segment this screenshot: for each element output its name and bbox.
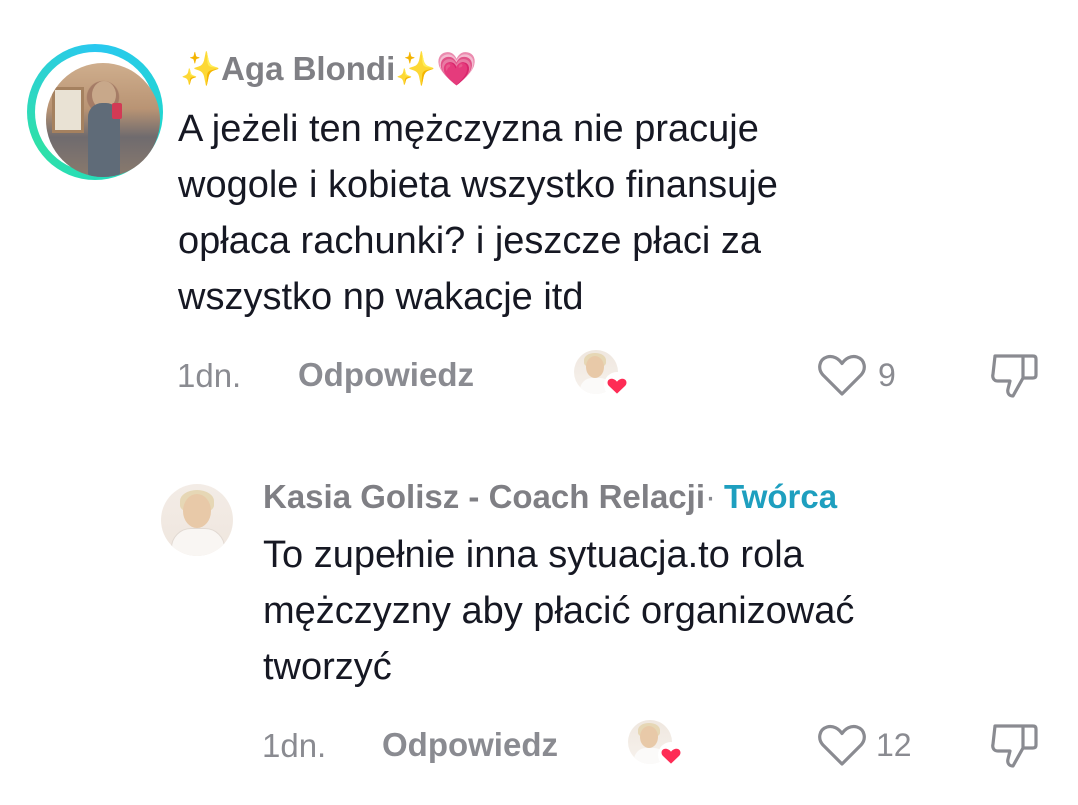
- creator-badge: Twórca: [724, 478, 838, 515]
- creator-liked-heart-icon: [658, 742, 684, 768]
- like-count: 12: [876, 727, 912, 763]
- reply-button[interactable]: Odpowiedz: [298, 356, 474, 394]
- like-count: 9: [878, 357, 896, 393]
- window-shape: [52, 87, 84, 133]
- creator-liked-heart-icon: [604, 372, 630, 398]
- sparkle-emoji: ✨: [180, 50, 222, 87]
- heart-outline-icon[interactable]: [816, 722, 868, 768]
- thumbs-down-icon[interactable]: [989, 720, 1041, 770]
- story-ring[interactable]: [27, 44, 163, 180]
- comment-username[interactable]: Kasia Golisz - Coach Relacji· Twórca: [263, 478, 837, 516]
- phone-shape: [112, 103, 122, 119]
- comment-time: 1dn.: [262, 727, 327, 764]
- comment-time: 1dn.: [177, 357, 242, 394]
- comment-text: A jeżeli ten mężczyzna nie pracuje wogol…: [178, 108, 778, 318]
- avatar[interactable]: [161, 484, 233, 556]
- emoji-suffix: ✨💗: [395, 50, 478, 87]
- comment-text: To zupełnie inna sytuacja.to rola mężczy…: [263, 534, 855, 688]
- avatar-frame: [35, 52, 160, 177]
- reply-button[interactable]: Odpowiedz: [382, 726, 558, 764]
- avatar[interactable]: [46, 63, 160, 177]
- heart-outline-icon[interactable]: [816, 352, 868, 398]
- thumbs-down-icon[interactable]: [989, 350, 1041, 400]
- comment-username[interactable]: ✨Aga Blondi✨💗: [180, 50, 477, 89]
- separator-dot: ·: [705, 478, 716, 515]
